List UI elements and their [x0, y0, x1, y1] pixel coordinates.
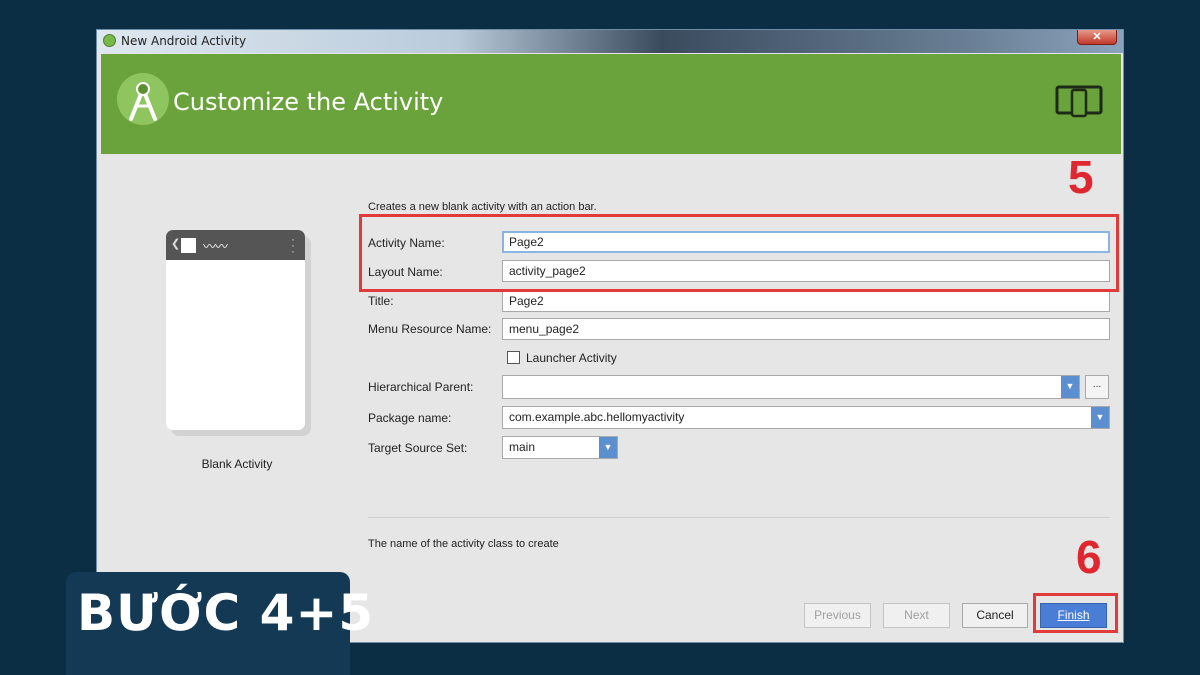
- package-name-combo[interactable]: com.example.abc.hellomyactivity ▼: [502, 406, 1110, 429]
- step-badge-text: BƯỚC 4+5: [77, 584, 375, 642]
- launcher-activity-checkbox[interactable]: [507, 351, 520, 364]
- next-button[interactable]: Next: [883, 603, 950, 628]
- new-android-activity-window: New Android Activity ✕ Customize the Act…: [96, 29, 1124, 643]
- package-name-value: com.example.abc.hellomyactivity: [509, 410, 685, 424]
- hierarchical-parent-combo[interactable]: ▼: [502, 375, 1080, 399]
- target-source-set-value: main: [509, 440, 536, 454]
- menu-resource-name-input[interactable]: menu_page2: [502, 318, 1110, 340]
- back-chevron-icon: ❮: [171, 238, 181, 250]
- browse-parent-button[interactable]: ...: [1085, 375, 1109, 399]
- step-6-number: 6: [1076, 531, 1102, 583]
- app-icon: [181, 238, 196, 253]
- preview-action-bar: ❮ 〰〰 · · ·: [166, 230, 305, 260]
- cancel-button[interactable]: Cancel: [962, 603, 1028, 628]
- title-placeholder-icon: 〰〰: [203, 239, 228, 254]
- device-form-factor-icon: [1055, 84, 1103, 118]
- highlight-step-5: [359, 214, 1119, 292]
- chevron-down-icon[interactable]: ▼: [1091, 407, 1109, 428]
- title-input[interactable]: Page2: [502, 290, 1110, 312]
- android-studio-icon: [103, 34, 116, 47]
- chevron-down-icon[interactable]: ▼: [599, 437, 617, 458]
- launcher-activity-label[interactable]: Launcher Activity: [526, 351, 617, 365]
- overflow-menu-icon: · · ·: [291, 232, 295, 258]
- highlight-step-6: [1033, 593, 1118, 633]
- wizard-header: Customize the Activity: [101, 54, 1121, 154]
- menu-resource-name-label: Menu Resource Name:: [368, 322, 492, 336]
- title-bar: New Android Activity ✕: [97, 30, 1123, 53]
- package-name-label: Package name:: [368, 411, 452, 425]
- android-studio-logo-icon: [117, 73, 169, 125]
- page-title: Customize the Activity: [173, 88, 444, 116]
- field-hint: The name of the activity class to create: [368, 538, 559, 550]
- template-name-label: Blank Activity: [201, 457, 273, 471]
- template-description: Creates a new blank activity with an act…: [368, 201, 597, 213]
- divider: [368, 517, 1110, 518]
- target-source-set-combo[interactable]: main ▼: [502, 436, 618, 459]
- window-title: New Android Activity: [121, 34, 247, 48]
- activity-preview: ❮ 〰〰 · · ·: [166, 230, 305, 430]
- close-button[interactable]: ✕: [1077, 30, 1117, 45]
- target-source-set-label: Target Source Set:: [368, 441, 468, 455]
- title-label: Title:: [368, 294, 394, 308]
- previous-button[interactable]: Previous: [804, 603, 871, 628]
- chevron-down-icon[interactable]: ▼: [1061, 376, 1079, 398]
- step-5-number: 5: [1068, 151, 1094, 203]
- hierarchical-parent-label: Hierarchical Parent:: [368, 380, 474, 394]
